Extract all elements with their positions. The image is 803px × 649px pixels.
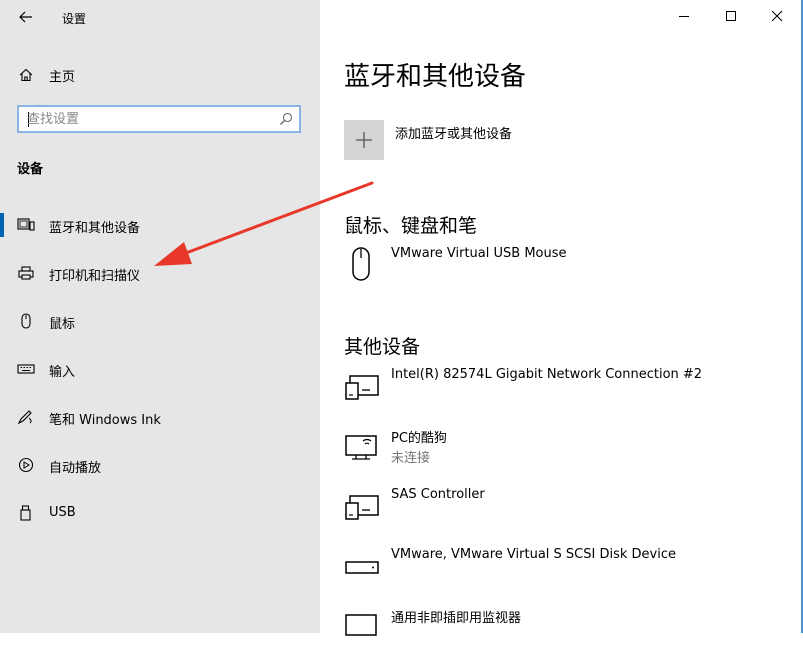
nav-home-label: 主页 bbox=[49, 70, 76, 85]
sidebar-item-printers[interactable]: 打印机和扫描仪 bbox=[0, 257, 320, 289]
device-name: 通用非即插即用监视器 bbox=[391, 611, 522, 626]
sidebar-item-label: 输入 bbox=[49, 365, 76, 380]
group-title-other-devices: 其他设备 bbox=[344, 336, 421, 358]
close-button[interactable] bbox=[754, 0, 800, 32]
usb-icon bbox=[20, 505, 31, 521]
search-icon[interactable] bbox=[279, 112, 293, 126]
search-input[interactable] bbox=[27, 110, 267, 128]
device-item[interactable]: VMware, VMware Virtual S SCSI Disk Devic… bbox=[344, 547, 784, 589]
sidebar-item-label: 自动播放 bbox=[49, 461, 102, 476]
nav-home[interactable]: 主页 bbox=[0, 60, 320, 88]
minimize-icon bbox=[679, 16, 689, 17]
device-item[interactable]: SAS Controller bbox=[344, 487, 784, 529]
sidebar-item-label: USB bbox=[49, 505, 76, 520]
home-icon bbox=[19, 68, 33, 82]
plus-icon bbox=[356, 132, 372, 148]
autoplay-icon bbox=[18, 457, 34, 473]
mouse-icon bbox=[352, 247, 370, 281]
network-device-icon bbox=[345, 375, 379, 400]
bluetooth-devices-icon bbox=[17, 218, 35, 231]
minimize-button[interactable] bbox=[661, 0, 707, 32]
mouse-icon bbox=[21, 313, 31, 329]
sidebar: 设置 主页 设备 蓝牙和其他设备 打印机和扫描仪 bbox=[0, 0, 320, 633]
add-device-button[interactable]: 添加蓝牙或其他设备 bbox=[344, 120, 764, 162]
device-item[interactable]: Intel(R) 82574L Gigabit Network Connecti… bbox=[344, 367, 784, 409]
device-item[interactable]: VMware Virtual USB Mouse bbox=[344, 246, 784, 288]
back-arrow-icon bbox=[19, 11, 32, 23]
add-device-label: 添加蓝牙或其他设备 bbox=[395, 127, 513, 142]
search-box[interactable] bbox=[17, 105, 301, 133]
add-device-tile[interactable] bbox=[344, 120, 384, 160]
monitor-icon bbox=[345, 614, 377, 636]
sidebar-item-pen[interactable]: 笔和 Windows Ink bbox=[0, 401, 320, 433]
main-panel: 蓝牙和其他设备 添加蓝牙或其他设备 鼠标、键盘和笔 VMware Virtual… bbox=[320, 0, 803, 636]
group-title-input-devices: 鼠标、键盘和笔 bbox=[344, 215, 478, 237]
maximize-button[interactable] bbox=[708, 0, 754, 32]
device-name: VMware, VMware Virtual S SCSI Disk Devic… bbox=[391, 547, 676, 562]
media-device-icon bbox=[345, 435, 377, 460]
printer-icon bbox=[18, 266, 34, 280]
app-title: 设置 bbox=[62, 12, 87, 26]
sidebar-item-label: 笔和 Windows Ink bbox=[49, 413, 161, 428]
keyboard-icon bbox=[17, 364, 35, 374]
device-item[interactable]: PC的酷狗 未连接 bbox=[344, 427, 784, 469]
sidebar-item-label: 鼠标 bbox=[49, 317, 76, 332]
sidebar-item-mouse[interactable]: 鼠标 bbox=[0, 305, 320, 337]
generic-device-icon bbox=[345, 495, 379, 520]
sidebar-item-label: 蓝牙和其他设备 bbox=[49, 221, 141, 236]
device-name: Intel(R) 82574L Gigabit Network Connecti… bbox=[391, 367, 703, 382]
device-status: 未连接 bbox=[391, 451, 431, 466]
sidebar-item-autoplay[interactable]: 自动播放 bbox=[0, 449, 320, 481]
back-button[interactable] bbox=[14, 6, 38, 28]
maximize-icon bbox=[726, 11, 736, 21]
disk-drive-icon bbox=[345, 561, 379, 574]
sidebar-item-typing[interactable]: 输入 bbox=[0, 353, 320, 385]
device-item[interactable]: 通用非即插即用监视器 bbox=[344, 607, 784, 649]
selected-indicator bbox=[0, 213, 4, 237]
close-icon bbox=[771, 10, 783, 22]
device-name: PC的酷狗 bbox=[391, 431, 447, 446]
device-name: VMware Virtual USB Mouse bbox=[391, 246, 567, 261]
pen-icon bbox=[17, 410, 32, 425]
device-name: SAS Controller bbox=[391, 487, 485, 502]
sidebar-item-label: 打印机和扫描仪 bbox=[49, 269, 141, 284]
sidebar-item-bluetooth[interactable]: 蓝牙和其他设备 bbox=[0, 209, 320, 241]
sidebar-item-usb[interactable]: USB bbox=[0, 497, 320, 529]
page-title: 蓝牙和其他设备 bbox=[344, 62, 527, 92]
section-title: 设备 bbox=[17, 162, 44, 177]
